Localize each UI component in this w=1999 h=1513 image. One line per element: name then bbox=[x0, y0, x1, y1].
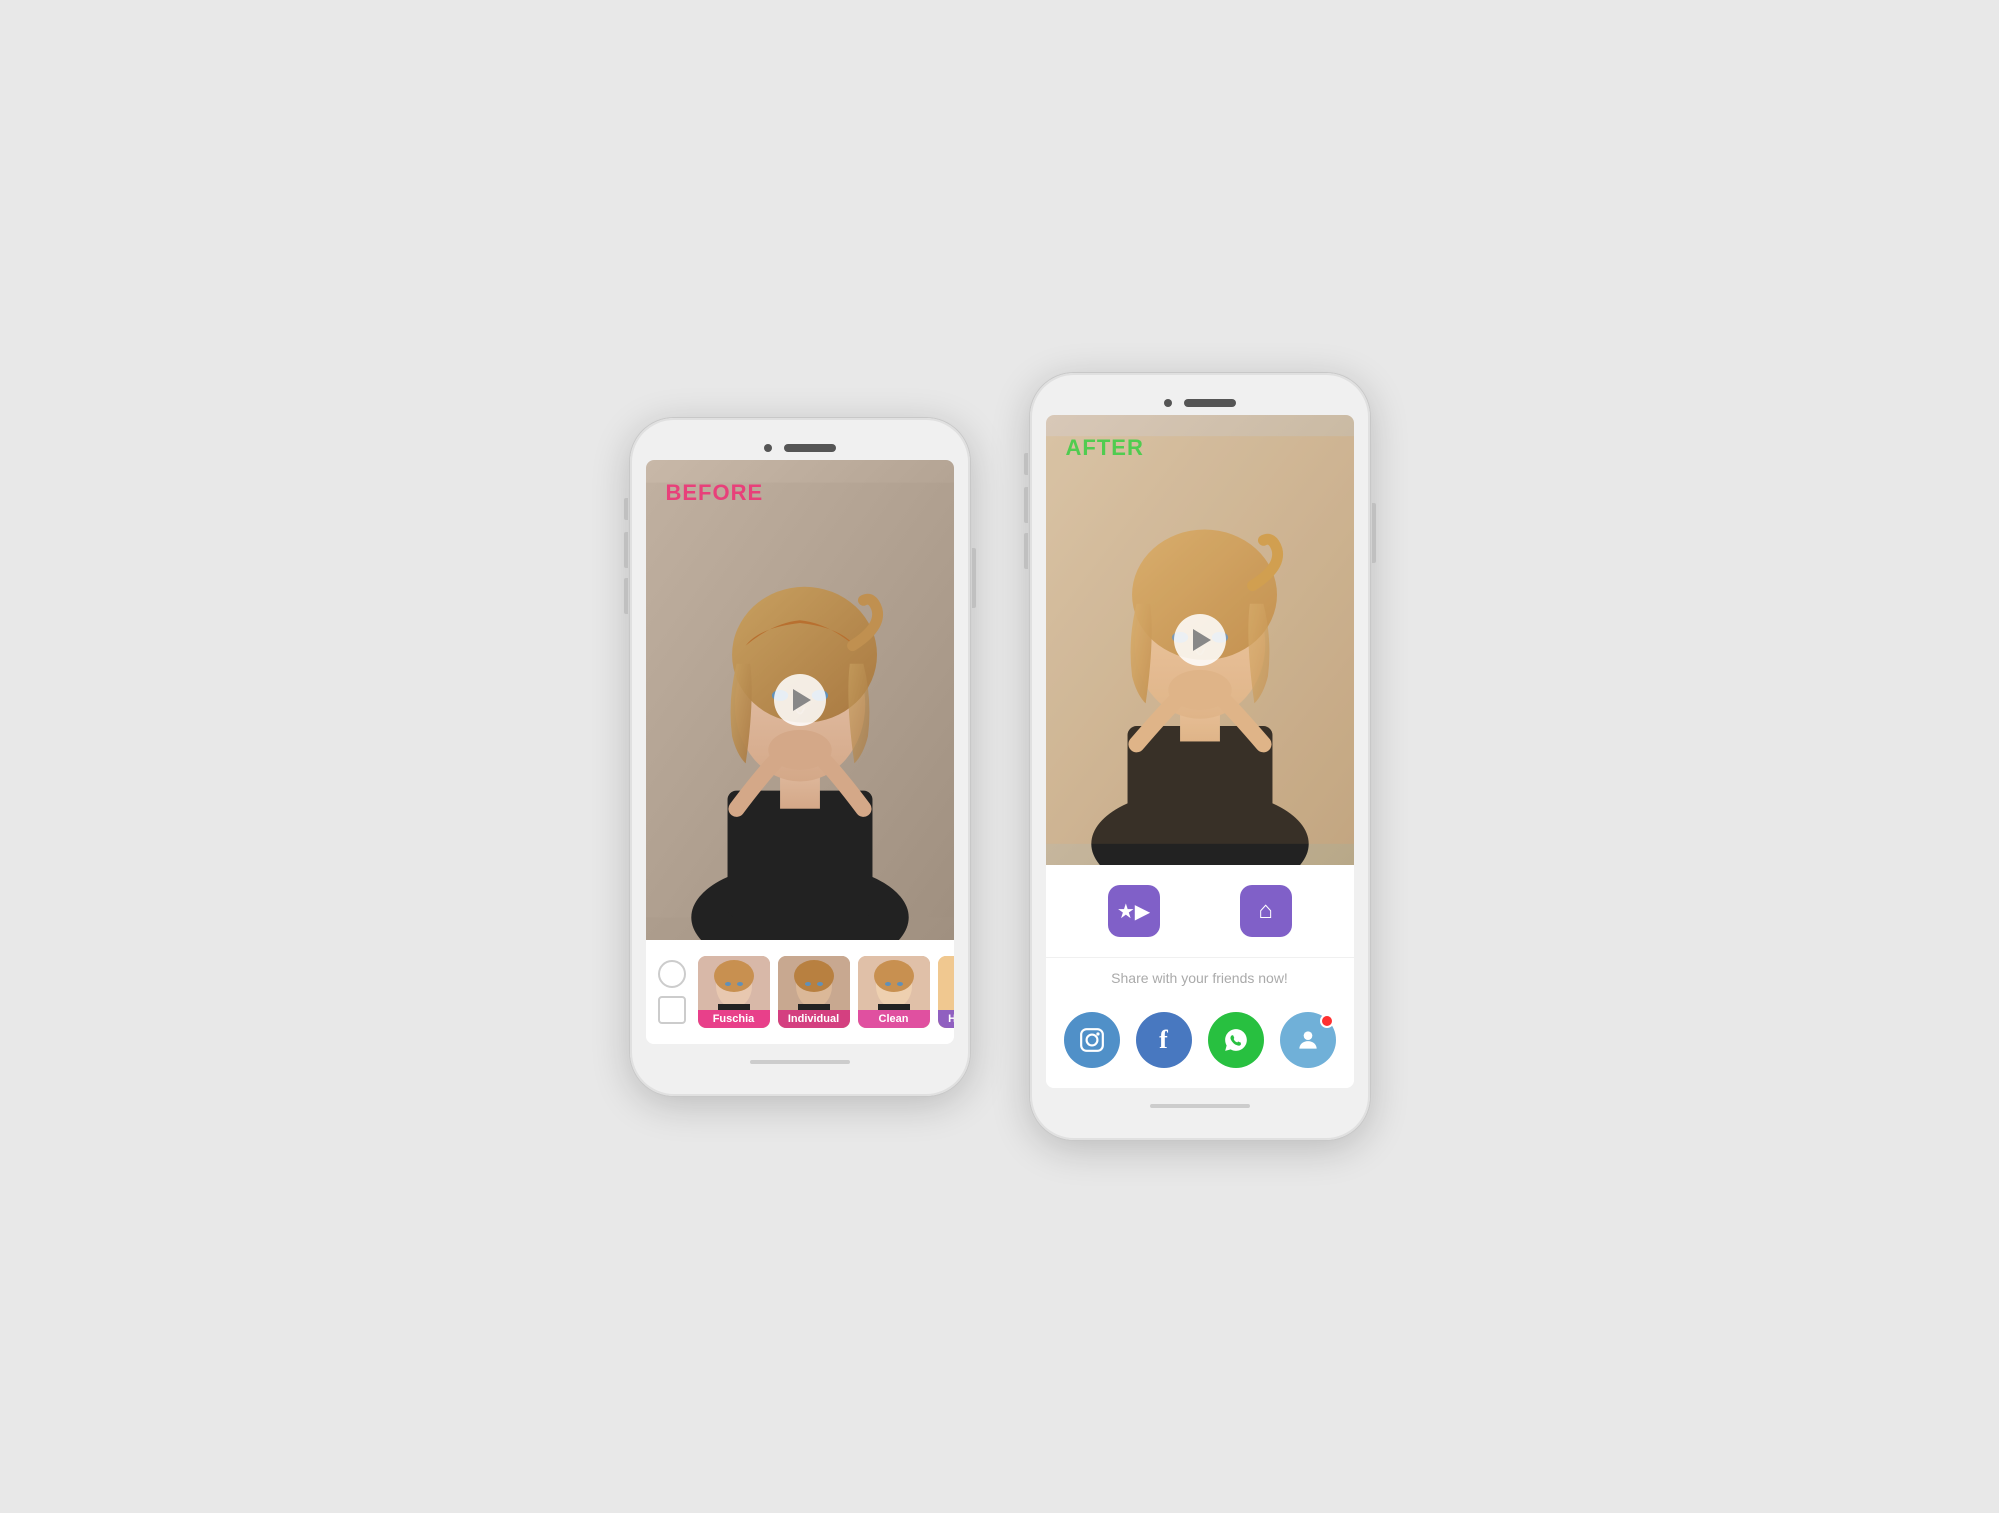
home-button[interactable]: ⌂ bbox=[1240, 885, 1292, 937]
fuschia-label: Fuschia bbox=[698, 1010, 770, 1028]
save-video-button[interactable]: ★▶ bbox=[1108, 885, 1160, 937]
share-text-area: Share with your friends now! bbox=[1046, 958, 1354, 1000]
mute-button[interactable] bbox=[624, 498, 628, 520]
phone-top-bar bbox=[646, 434, 954, 460]
after-phone: AFTER ★▶ ⌂ Share with your friends now! bbox=[1030, 373, 1370, 1140]
filter-thumb-heatwave: Heatwave bbox=[938, 956, 954, 1028]
instagram-share-button[interactable] bbox=[1064, 1012, 1120, 1068]
volume-up-button[interactable] bbox=[624, 532, 628, 568]
individual-label: Individual bbox=[778, 1010, 850, 1028]
play-icon-after bbox=[1193, 629, 1211, 651]
filter-individual[interactable]: Individual bbox=[778, 956, 850, 1028]
whatsapp-share-button[interactable] bbox=[1208, 1012, 1264, 1068]
after-image: AFTER bbox=[1046, 415, 1354, 865]
filter-thumb-clean: Clean bbox=[858, 956, 930, 1028]
volume-up-button-right[interactable] bbox=[1024, 487, 1028, 523]
play-icon bbox=[793, 689, 811, 711]
filter-fuschia[interactable]: Fuschia bbox=[698, 956, 770, 1028]
volume-down-button-right[interactable] bbox=[1024, 533, 1028, 569]
home-indicator bbox=[750, 1060, 850, 1064]
profile-share-button[interactable] bbox=[1280, 1012, 1336, 1068]
play-button[interactable] bbox=[774, 674, 826, 726]
filter-clean[interactable]: Clean bbox=[858, 956, 930, 1028]
home-indicator-right bbox=[1150, 1104, 1250, 1108]
facebook-share-button[interactable]: f bbox=[1136, 1012, 1192, 1068]
filter-heatwave[interactable]: Heatwave bbox=[938, 956, 954, 1028]
speaker bbox=[784, 444, 836, 452]
before-phone: BEFORE bbox=[630, 418, 970, 1096]
after-screen: AFTER ★▶ ⌂ Share with your friends now! bbox=[1046, 415, 1354, 1088]
circle-filter-icon[interactable] bbox=[658, 960, 686, 988]
profile-icon bbox=[1295, 1027, 1321, 1053]
whatsapp-icon bbox=[1223, 1027, 1249, 1053]
star-video-icon: ★▶ bbox=[1117, 899, 1150, 924]
notification-badge bbox=[1320, 1014, 1334, 1028]
instagram-icon bbox=[1079, 1027, 1105, 1053]
clean-label: Clean bbox=[858, 1010, 930, 1028]
camera-icon bbox=[764, 444, 772, 452]
speaker-right bbox=[1184, 399, 1236, 407]
before-label: BEFORE bbox=[666, 480, 764, 506]
filter-strip: Fuschia Individual bbox=[646, 940, 954, 1044]
play-button-after[interactable] bbox=[1174, 614, 1226, 666]
filter-thumb-fuschia: Fuschia bbox=[698, 956, 770, 1028]
after-label: AFTER bbox=[1066, 435, 1144, 461]
before-image: BEFORE bbox=[646, 460, 954, 940]
heatwave-label: Heatwave bbox=[938, 1010, 954, 1028]
volume-down-button[interactable] bbox=[624, 578, 628, 614]
power-button-right[interactable] bbox=[1372, 503, 1376, 563]
app-container: BEFORE bbox=[630, 373, 1370, 1140]
share-text: Share with your friends now! bbox=[1111, 970, 1288, 986]
filter-thumb-individual: Individual bbox=[778, 956, 850, 1028]
camera-icon-right bbox=[1164, 399, 1172, 407]
share-buttons-bar: f bbox=[1046, 1000, 1354, 1088]
mute-button-right[interactable] bbox=[1024, 453, 1028, 475]
action-bar: ★▶ ⌂ bbox=[1046, 865, 1354, 957]
filter-controls bbox=[658, 960, 686, 1024]
facebook-icon: f bbox=[1159, 1025, 1168, 1055]
square-filter-icon[interactable] bbox=[658, 996, 686, 1024]
phone-top-bar-right bbox=[1046, 389, 1354, 415]
before-screen: BEFORE bbox=[646, 460, 954, 1044]
power-button[interactable] bbox=[972, 548, 976, 608]
home-icon: ⌂ bbox=[1258, 897, 1273, 925]
